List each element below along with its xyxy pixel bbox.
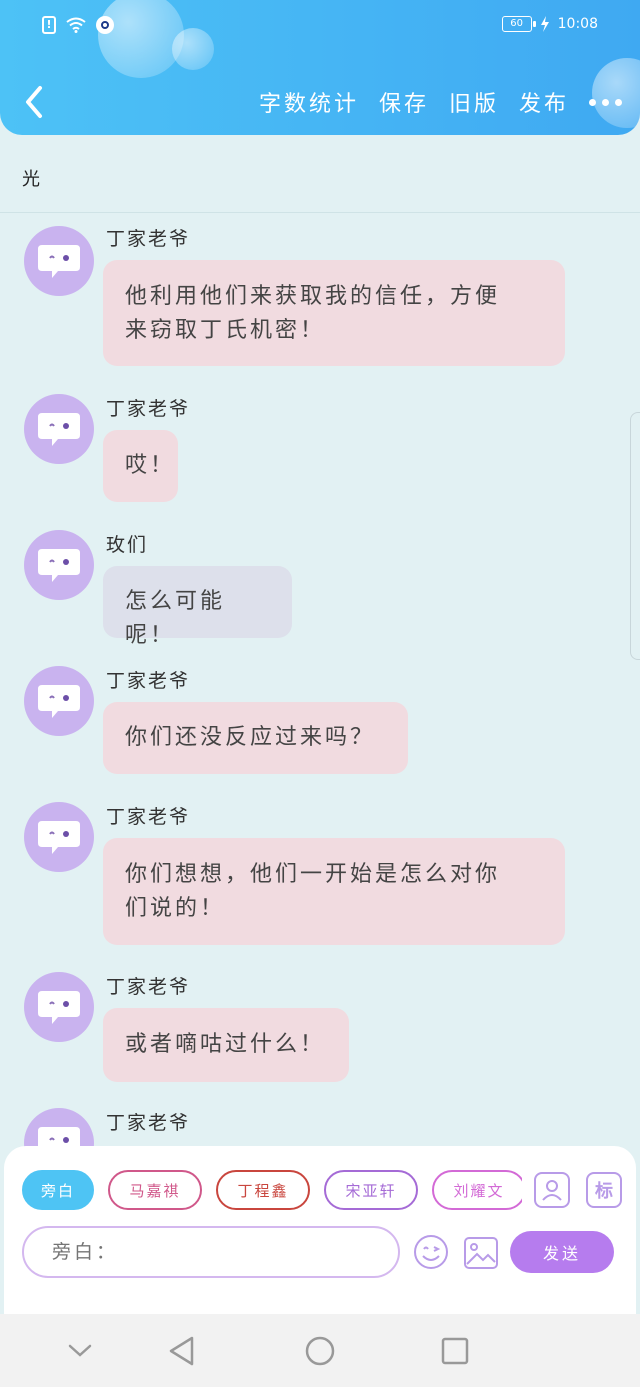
speaker-name: 丁家老爷 bbox=[106, 976, 191, 998]
message-bubble[interactable]: 他利用他们来获取我的信任，方便 来窃取丁氏机密！ bbox=[103, 260, 565, 366]
speaker-name: 丁家老爷 bbox=[106, 806, 191, 828]
battery-level: 60 bbox=[510, 18, 523, 29]
home-circle-icon[interactable] bbox=[304, 1335, 336, 1367]
speech-bubble-icon bbox=[38, 413, 80, 446]
message-bubble[interactable]: 哎！ bbox=[103, 430, 178, 502]
message-line: 他利用他们来获取我的信任，方便 bbox=[125, 284, 501, 309]
message-input[interactable] bbox=[22, 1226, 400, 1278]
back-triangle-icon[interactable] bbox=[167, 1335, 197, 1367]
image-icon[interactable] bbox=[462, 1234, 500, 1272]
person-icon[interactable] bbox=[534, 1172, 570, 1208]
recents-square-icon[interactable] bbox=[440, 1336, 470, 1366]
wifi-icon bbox=[66, 17, 86, 33]
chevron-down-icon[interactable] bbox=[66, 1341, 94, 1361]
avatar bbox=[24, 226, 94, 296]
message-line: 或者嘀咕过什么！ bbox=[125, 1032, 326, 1057]
message-line: 们说的！ bbox=[125, 896, 226, 921]
old-version-button[interactable]: 旧版 bbox=[449, 86, 499, 118]
emoji-icon[interactable] bbox=[412, 1233, 450, 1271]
speaker-name: 丁家老爷 bbox=[106, 670, 191, 692]
story-title-row[interactable]: 光 bbox=[0, 135, 640, 213]
avatar bbox=[24, 802, 94, 872]
tag-icon[interactable]: 标 bbox=[586, 1172, 622, 1208]
message-line: 怎么可能呢！ bbox=[125, 589, 226, 648]
message-bubble[interactable]: 你们想想，他们一开始是怎么对你 们说的！ bbox=[103, 838, 565, 945]
message-bubble[interactable]: 怎么可能呢！ bbox=[103, 566, 292, 648]
message-line: 你们还没反应过来吗？ bbox=[125, 725, 376, 750]
story-title: 光 bbox=[22, 169, 40, 190]
role-chip[interactable]: 丁程鑫 bbox=[216, 1170, 310, 1210]
message-bubble[interactable]: 或者嘀咕过什么！ bbox=[103, 1008, 349, 1082]
avatar bbox=[24, 530, 94, 600]
role-chip[interactable]: 刘耀文 bbox=[432, 1170, 522, 1210]
speech-bubble-icon bbox=[38, 549, 80, 582]
composer-panel: 旁白 马嘉祺 丁程鑫 宋亚轩 刘耀文 标 发送 bbox=[4, 1146, 636, 1314]
system-nav-bar bbox=[0, 1314, 640, 1387]
tag-label: 标 bbox=[595, 1181, 613, 1202]
avatar bbox=[24, 666, 94, 736]
battery-icon: 60 bbox=[501, 16, 536, 32]
word-count-button[interactable]: 字数统计 bbox=[259, 86, 359, 118]
send-button[interactable]: 发送 bbox=[510, 1231, 614, 1273]
message-line: 来窃取丁氏机密！ bbox=[125, 318, 326, 343]
header-actions: 字数统计 保存 旧版 发布 bbox=[259, 86, 622, 118]
status-bar: ! 60 10:08 bbox=[0, 14, 640, 40]
avatar bbox=[24, 394, 94, 464]
more-icon[interactable] bbox=[589, 98, 622, 106]
app-icon bbox=[96, 16, 114, 34]
publish-button[interactable]: 发布 bbox=[519, 86, 569, 118]
message-line: 哎！ bbox=[125, 453, 176, 478]
speech-bubble-icon bbox=[38, 685, 80, 718]
save-button[interactable]: 保存 bbox=[379, 86, 429, 118]
back-arrow-icon[interactable] bbox=[18, 80, 54, 124]
alert-icon: ! bbox=[42, 16, 56, 34]
speaker-name: 丁家老爷 bbox=[106, 398, 191, 420]
role-chip-narrator[interactable]: 旁白 bbox=[22, 1170, 94, 1210]
message-bubble[interactable]: 你们还没反应过来吗？ bbox=[103, 702, 408, 774]
role-chip[interactable]: 马嘉祺 bbox=[108, 1170, 202, 1210]
charging-icon bbox=[540, 16, 549, 32]
role-chip[interactable]: 宋亚轩 bbox=[324, 1170, 418, 1210]
speech-bubble-icon bbox=[38, 991, 80, 1024]
scroll-handle[interactable] bbox=[630, 412, 640, 660]
speaker-name: 玫们 bbox=[106, 534, 149, 556]
message-line: 你们想想，他们一开始是怎么对你 bbox=[125, 862, 501, 887]
status-time: 10:08 bbox=[557, 16, 598, 32]
speech-bubble-icon bbox=[38, 821, 80, 854]
app-header: ! 60 10:08 字数统计 保存 旧版 发布 bbox=[0, 0, 640, 135]
speaker-name: 丁家老爷 bbox=[106, 1112, 191, 1134]
avatar bbox=[24, 972, 94, 1042]
speech-bubble-icon bbox=[38, 245, 80, 278]
speaker-name: 丁家老爷 bbox=[106, 228, 191, 250]
role-chips: 旁白 马嘉祺 丁程鑫 宋亚轩 刘耀文 bbox=[22, 1170, 522, 1214]
